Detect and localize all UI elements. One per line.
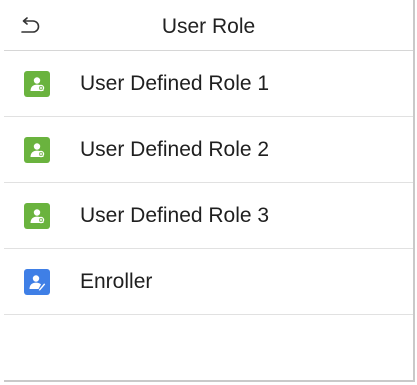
page-title: User Role [161, 15, 256, 38]
enroller-icon [24, 268, 50, 295]
role-label: Enroller [80, 269, 153, 293]
role-label: User Defined Role 2 [80, 137, 270, 161]
list-item-user-defined-role-3[interactable]: User Defined Role 3 [4, 183, 413, 249]
user-role-icon [24, 136, 50, 163]
user-role-icon [24, 70, 50, 97]
header-bar: User Role [4, 0, 413, 51]
back-button[interactable] [16, 13, 44, 39]
list-item-enroller[interactable]: Enroller [4, 249, 413, 315]
list-item-user-defined-role-2[interactable]: User Defined Role 2 [4, 117, 413, 183]
role-label: User Defined Role 3 [80, 203, 270, 227]
role-label: User Defined Role 1 [80, 71, 270, 95]
user-role-screen: User Role User Defined Role 1 User Defin… [4, 0, 415, 382]
back-arrow-icon [21, 17, 40, 33]
user-role-icon [24, 202, 50, 229]
list-item-user-defined-role-1[interactable]: User Defined Role 1 [4, 51, 413, 117]
role-list: User Defined Role 1 User Defined Role 2 [4, 51, 413, 315]
